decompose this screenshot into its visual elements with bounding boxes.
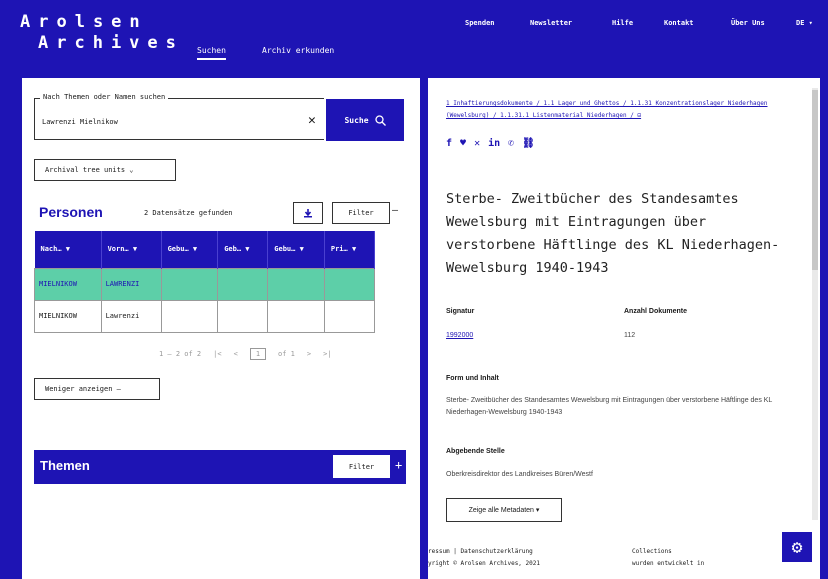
archival-tree-units-label: Archival tree units ⌄ <box>45 166 134 174</box>
share-icons: f ♥ ✕ in ✆ ⛓ <box>446 138 535 149</box>
persons-filter-label: Filter <box>348 209 374 217</box>
filter-icon[interactable]: ▼ <box>245 245 249 253</box>
table-cell: MIELNIKOW <box>34 299 102 333</box>
show-all-metadata-button[interactable]: Zeige alle Metadaten ▾ <box>446 498 562 522</box>
abgebend-value: Oberkreisdirektor des Landkreises Büren/… <box>446 471 593 478</box>
column-header-geburtsname[interactable]: Gebu… ▼ <box>267 231 325 268</box>
filter-icon[interactable]: ▼ <box>352 245 356 253</box>
themen-section-header: Themen Filter + <box>34 450 406 484</box>
show-less-label: Weniger anzeigen — <box>45 385 121 393</box>
column-header-nachname[interactable]: Nach… ▼ <box>34 231 102 268</box>
record-title: Sterbe- Zweitbücher des Standesamtes Wew… <box>446 191 780 276</box>
column-header-geburtsort[interactable]: Geb… ▼ <box>217 231 269 268</box>
show-less-button[interactable]: Weniger anzeigen — <box>34 378 160 400</box>
form-label: Form und Inhalt <box>446 375 499 382</box>
filter-icon[interactable]: ▼ <box>66 245 70 253</box>
table-header-row: Nach… ▼ Vorn… ▼ Gebu… ▼ Geb… ▼ Gebu… ▼ P… <box>34 231 376 268</box>
filter-icon[interactable]: ▼ <box>193 245 197 253</box>
footer-links[interactable]: ressum | Datenschutzerklärung <box>428 548 533 555</box>
tab-archiv-erkunden[interactable]: Archiv erkunden <box>262 46 334 55</box>
linkedin-icon[interactable]: in <box>488 138 500 149</box>
anzahl-value: 112 <box>624 332 636 339</box>
last-page-icon[interactable]: >| <box>323 350 331 358</box>
column-header-vorname[interactable]: Vorn… ▼ <box>101 231 162 268</box>
clear-search-icon[interactable]: ✕ <box>308 113 316 128</box>
persons-filter-button[interactable]: Filter <box>332 202 390 224</box>
table-row[interactable]: MIELNIKOW Lawrenzi <box>34 299 376 333</box>
search-input[interactable]: Lawrenzi Mielnikow <box>42 118 118 126</box>
search-panel: Nach Themen oder Namen suchen Lawrenzi M… <box>22 78 420 579</box>
themen-filter-label: Filter <box>348 462 375 471</box>
language-select[interactable]: DE ▾ <box>796 19 813 27</box>
anzahl-label: Anzahl Dokumente <box>624 308 688 315</box>
expand-themen-icon[interactable]: + <box>395 458 402 472</box>
filter-icon[interactable]: ▼ <box>133 245 137 253</box>
search-button[interactable]: Suche <box>326 99 404 141</box>
next-page-icon[interactable]: > <box>307 350 311 358</box>
page-of-label: of 1 <box>278 350 295 358</box>
results-count: 2 Datensätze gefunden <box>144 209 233 217</box>
whatsapp-icon[interactable]: ✆ <box>508 138 514 149</box>
abgebend-label: Abgebende Stelle <box>446 448 505 455</box>
show-all-metadata-label: Zeige alle Metadaten ▾ <box>468 507 540 514</box>
nav-ueber-uns[interactable]: Über Uns <box>731 19 765 27</box>
column-header-geburtsdatum[interactable]: Gebu… ▼ <box>161 231 219 268</box>
nav-spenden[interactable]: Spenden <box>465 19 495 27</box>
download-button[interactable] <box>293 202 323 224</box>
nav-newsletter[interactable]: Newsletter <box>530 19 572 27</box>
pagination-range: 1 – 2 of 2 <box>159 350 202 358</box>
collapse-persons-icon[interactable]: – <box>392 205 398 216</box>
search-icon <box>374 114 386 126</box>
settings-gear-button[interactable]: ⚙ <box>782 532 812 562</box>
scrollbar-thumb[interactable] <box>812 90 818 270</box>
themen-title: Themen <box>40 458 90 473</box>
logo-line-2: Archives <box>38 33 184 53</box>
download-icon <box>304 209 312 218</box>
prev-page-icon[interactable]: < <box>234 350 238 358</box>
twitter-icon[interactable]: ♥ <box>460 138 466 149</box>
table-cell <box>323 267 376 301</box>
nav-hilfe[interactable]: Hilfe <box>612 19 633 27</box>
logo-line-1: Arolsen <box>20 12 148 32</box>
facebook-icon[interactable]: f <box>446 138 452 149</box>
pagination: 1 – 2 of 2 |< < 1 of 1 > >| <box>159 348 332 360</box>
table-cell: LAWRENZI <box>100 267 162 301</box>
column-header-haeftlingsnummer[interactable]: Pri… ▼ <box>324 231 376 268</box>
footer-collections: Collections <box>632 548 672 555</box>
nav-kontakt[interactable]: Kontakt <box>664 19 694 27</box>
detail-panel: 1 Inhaftierungsdokumente / 1.1 Lager und… <box>428 78 820 579</box>
gear-icon: ⚙ <box>791 536 803 558</box>
table-cell: Lawrenzi <box>100 299 162 333</box>
footer: ressum | Datenschutzerklärung yright © A… <box>428 530 820 579</box>
archival-tree-units-button[interactable]: Archival tree units ⌄ <box>34 159 176 181</box>
footer-developed: wurden entwickelt in <box>632 560 705 567</box>
first-page-icon[interactable]: |< <box>213 350 221 358</box>
signatur-value[interactable]: 1992000 <box>446 332 473 339</box>
link-icon[interactable]: ⛓ <box>522 138 535 149</box>
table-row[interactable]: MIELNIKOW LAWRENZI <box>34 267 376 301</box>
xing-icon[interactable]: ✕ <box>474 138 480 149</box>
table-cell <box>217 267 269 301</box>
table-cell: MIELNIKOW <box>34 267 102 301</box>
search-button-label: Suche <box>344 115 369 125</box>
signatur-label: Signatur <box>446 308 475 315</box>
table-cell <box>217 299 269 333</box>
tab-suchen[interactable]: Suchen <box>197 46 226 60</box>
table-cell <box>160 299 219 333</box>
form-value: Sterbe- Zweitbücher des Standesamtes Wew… <box>446 397 773 416</box>
table-cell <box>267 299 325 333</box>
table-cell <box>267 267 325 301</box>
table-cell <box>160 267 219 301</box>
persons-title: Personen <box>39 204 103 220</box>
breadcrumb[interactable]: 1 Inhaftierungsdokumente / 1.1 Lager und… <box>446 98 796 122</box>
top-header: Arolsen Archives Suchen Archiv erkunden … <box>0 0 828 66</box>
themen-filter-button[interactable]: Filter <box>333 455 390 478</box>
page-number-input[interactable]: 1 <box>249 348 267 360</box>
persons-table: Nach… ▼ Vorn… ▼ Gebu… ▼ Geb… ▼ Gebu… ▼ P… <box>34 231 376 333</box>
filter-icon[interactable]: ▼ <box>300 245 304 253</box>
search-legend: Nach Themen oder Namen suchen <box>40 93 169 101</box>
logo[interactable]: Arolsen Archives <box>20 12 184 54</box>
table-cell <box>323 299 376 333</box>
footer-copyright: yright © Arolsen Archives, 2021 <box>428 560 540 567</box>
